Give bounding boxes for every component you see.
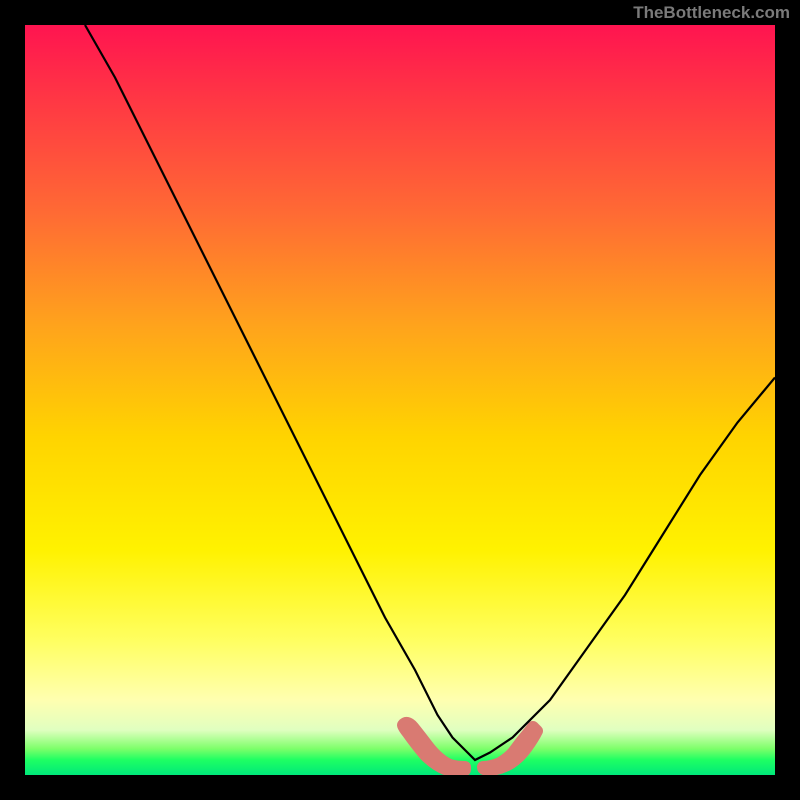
bottleneck-curve — [25, 25, 775, 775]
plot-area — [25, 25, 775, 775]
x-axis-margin — [0, 775, 800, 800]
watermark-text: TheBottleneck.com — [633, 3, 790, 23]
chart-container: TheBottleneck.com — [0, 0, 800, 800]
y-axis-margin — [0, 0, 25, 800]
